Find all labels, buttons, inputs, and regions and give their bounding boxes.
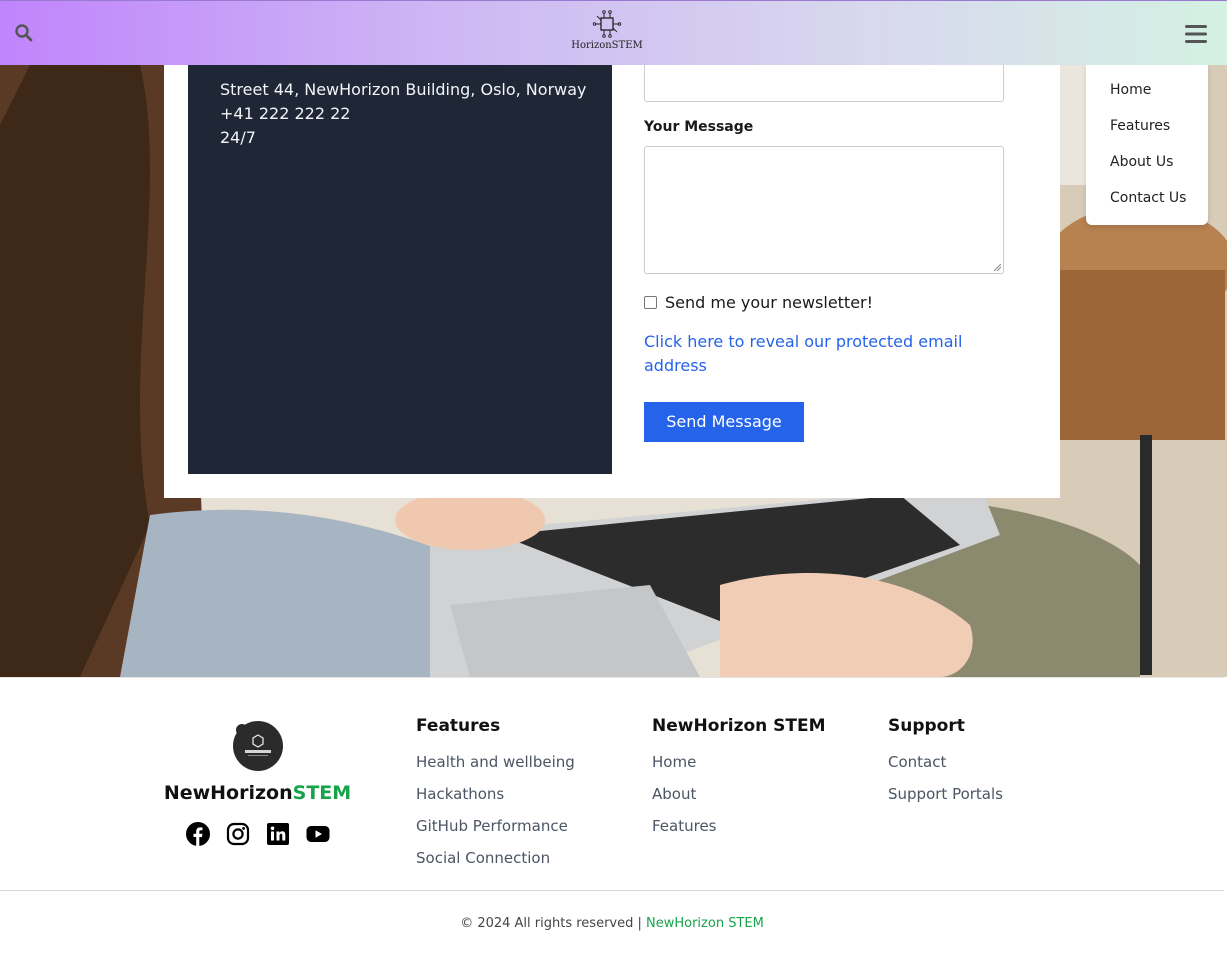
footer-column-title: Support [888, 716, 965, 736]
nav-item-features[interactable]: Features [1086, 116, 1208, 152]
copyright-brand-link[interactable]: NewHorizon STEM [646, 916, 764, 931]
copyright-text: © 2024 All rights reserved | [460, 916, 646, 931]
footer-brand: NewHorizonSTEM [160, 720, 355, 846]
newsletter-option: Send me your newsletter! [644, 293, 873, 312]
footer-link-support-portals[interactable]: Support Portals [888, 778, 1003, 810]
youtube-icon[interactable] [306, 822, 330, 846]
footer-link-about[interactable]: About [652, 778, 826, 810]
footer-link-health-and-wellbeing[interactable]: Health and wellbeing [416, 746, 575, 778]
linkedin-icon[interactable] [266, 822, 290, 846]
reveal-email-link[interactable]: Click here to reveal our protected email… [644, 330, 964, 378]
footer-column-support: Support Contact Support Portals [888, 716, 1003, 810]
footer-link-hackathons[interactable]: Hackathons [416, 778, 575, 810]
nav-dropdown-menu: Home Features About Us Contact Us [1086, 65, 1208, 225]
newsletter-checkbox[interactable] [644, 296, 657, 309]
social-links [160, 822, 355, 846]
resize-grip-icon[interactable] [993, 263, 1001, 271]
instagram-icon[interactable] [226, 822, 250, 846]
message-label: Your Message [644, 119, 754, 135]
site-footer: NewHorizonSTEM Features Health and wellb… [0, 677, 1224, 967]
facebook-icon[interactable] [185, 822, 210, 846]
contact-card: Street 44, NewHorizon Building, Oslo, No… [164, 65, 1060, 498]
footer-brand-name: NewHorizonSTEM [160, 782, 355, 804]
footer-link-social-connection[interactable]: Social Connection [416, 842, 575, 874]
newsletter-label[interactable]: Send me your newsletter! [665, 293, 873, 312]
footer-column-features: Features Health and wellbeing Hackathons… [416, 716, 575, 874]
nav-item-home[interactable]: Home [1086, 80, 1208, 116]
footer-link-home[interactable]: Home [652, 746, 826, 778]
footer-column-newhorizon-stem: NewHorizon STEM Home About Features [652, 716, 826, 842]
footer-column-title: NewHorizon STEM [652, 716, 826, 736]
footer-link-features[interactable]: Features [652, 810, 826, 842]
circuit-chip-icon [592, 10, 622, 38]
email-field[interactable] [644, 65, 1004, 102]
contact-address: Street 44, NewHorizon Building, Oslo, No… [220, 80, 587, 99]
hamburger-menu-icon[interactable] [1183, 21, 1209, 47]
site-logo[interactable]: HorizonSTEM [571, 9, 643, 59]
brand-name-accent: STEM [292, 782, 352, 804]
contact-phone: +41 222 222 22 [220, 104, 351, 123]
footer-divider [0, 890, 1224, 891]
footer-logo-icon[interactable] [232, 720, 284, 772]
brand-name-main: NewHorizon [163, 782, 293, 804]
footer-column-title: Features [416, 716, 501, 736]
contact-info-panel: Street 44, NewHorizon Building, Oslo, No… [188, 65, 612, 474]
footer-link-github-performance[interactable]: GitHub Performance [416, 810, 575, 842]
message-textarea[interactable] [644, 146, 1004, 274]
search-icon[interactable] [14, 23, 34, 43]
logo-text: HorizonSTEM [571, 40, 643, 51]
nav-item-contact-us[interactable]: Contact Us [1086, 188, 1208, 224]
contact-hours: 24/7 [220, 128, 256, 147]
send-message-button[interactable]: Send Message [644, 402, 804, 442]
footer-link-contact[interactable]: Contact [888, 746, 1003, 778]
top-header: HorizonSTEM [0, 0, 1227, 65]
copyright-notice: © 2024 All rights reserved | NewHorizon … [0, 916, 1224, 931]
nav-item-about-us[interactable]: About Us [1086, 152, 1208, 188]
